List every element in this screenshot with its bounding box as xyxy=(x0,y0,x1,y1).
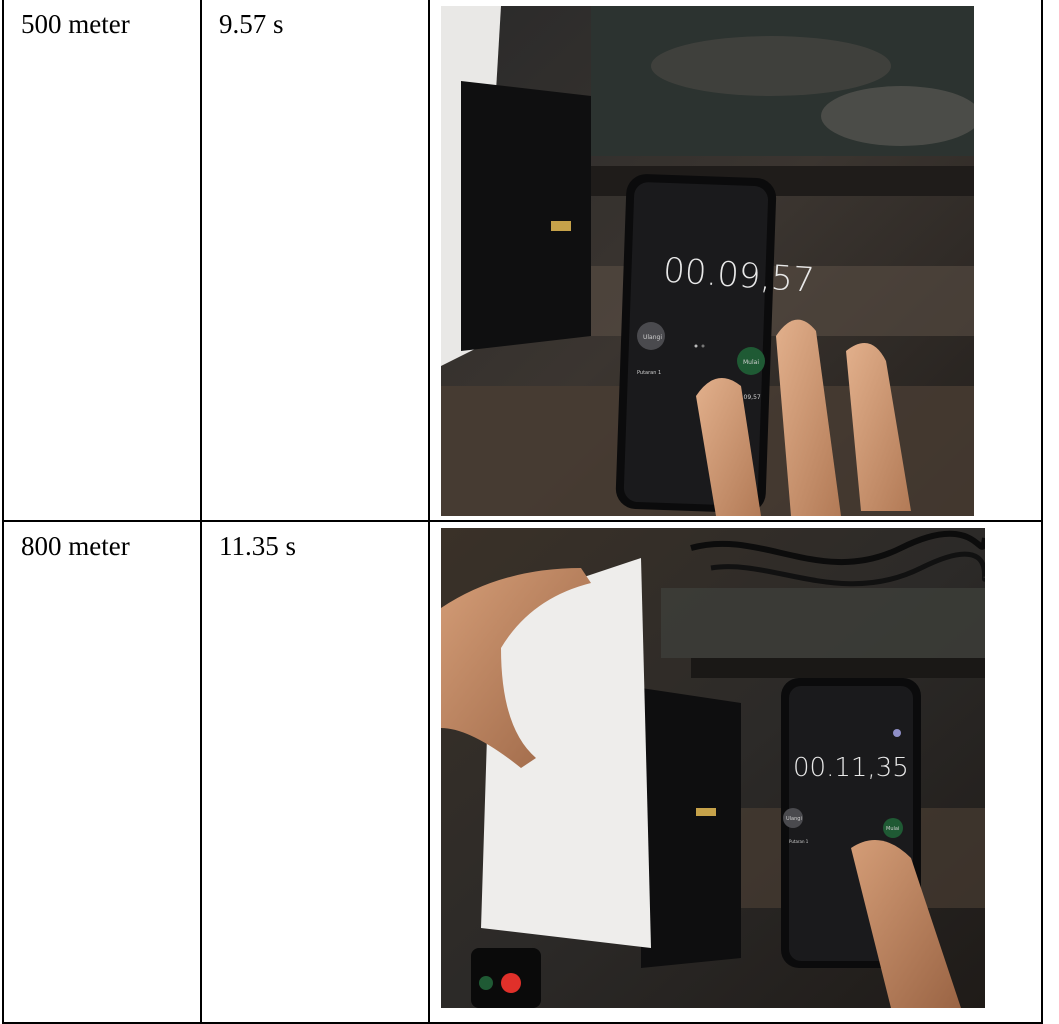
time-cell: 11.35 s xyxy=(200,520,430,1024)
time-cell: 9.57 s xyxy=(200,0,430,522)
lap-label: Putaran 1 xyxy=(637,370,661,376)
table-row: 800 meter 11.35 s 00.11,35 Ulangi Mulai … xyxy=(2,520,1043,1024)
distance-cell: 800 meter xyxy=(2,520,202,1024)
distance-text: 500 meter xyxy=(21,9,130,39)
stopwatch-photo-800m: 00.11,35 Ulangi Mulai Putaran 1 xyxy=(441,528,985,1008)
photo-cell: 00.11,35 Ulangi Mulai Putaran 1 xyxy=(428,520,1043,1024)
reset-button-label: Ulangi xyxy=(643,334,662,341)
table-row: 500 meter 9.57 s 00.09,57 Ulangi Mulai P… xyxy=(2,0,1043,522)
photo-cell: 00.09,57 Ulangi Mulai Putaran 1 00.09,57 xyxy=(428,0,1043,522)
reset-button-label: Ulangi xyxy=(786,816,802,822)
start-button-label: Mulai xyxy=(886,826,899,832)
lap-label: Putaran 1 xyxy=(789,839,809,844)
distance-text: 800 meter xyxy=(21,531,130,561)
time-text: 11.35 s xyxy=(219,531,297,561)
measurement-table: 500 meter 9.57 s 00.09,57 Ulangi Mulai P… xyxy=(2,0,1043,1024)
distance-cell: 500 meter xyxy=(2,0,202,522)
stopwatch-photo-500m: 00.09,57 Ulangi Mulai Putaran 1 00.09,57 xyxy=(441,6,974,516)
start-button-label: Mulai xyxy=(743,359,759,366)
time-text: 9.57 s xyxy=(219,9,284,39)
stopwatch-reading: 00.11,35 xyxy=(793,753,909,783)
